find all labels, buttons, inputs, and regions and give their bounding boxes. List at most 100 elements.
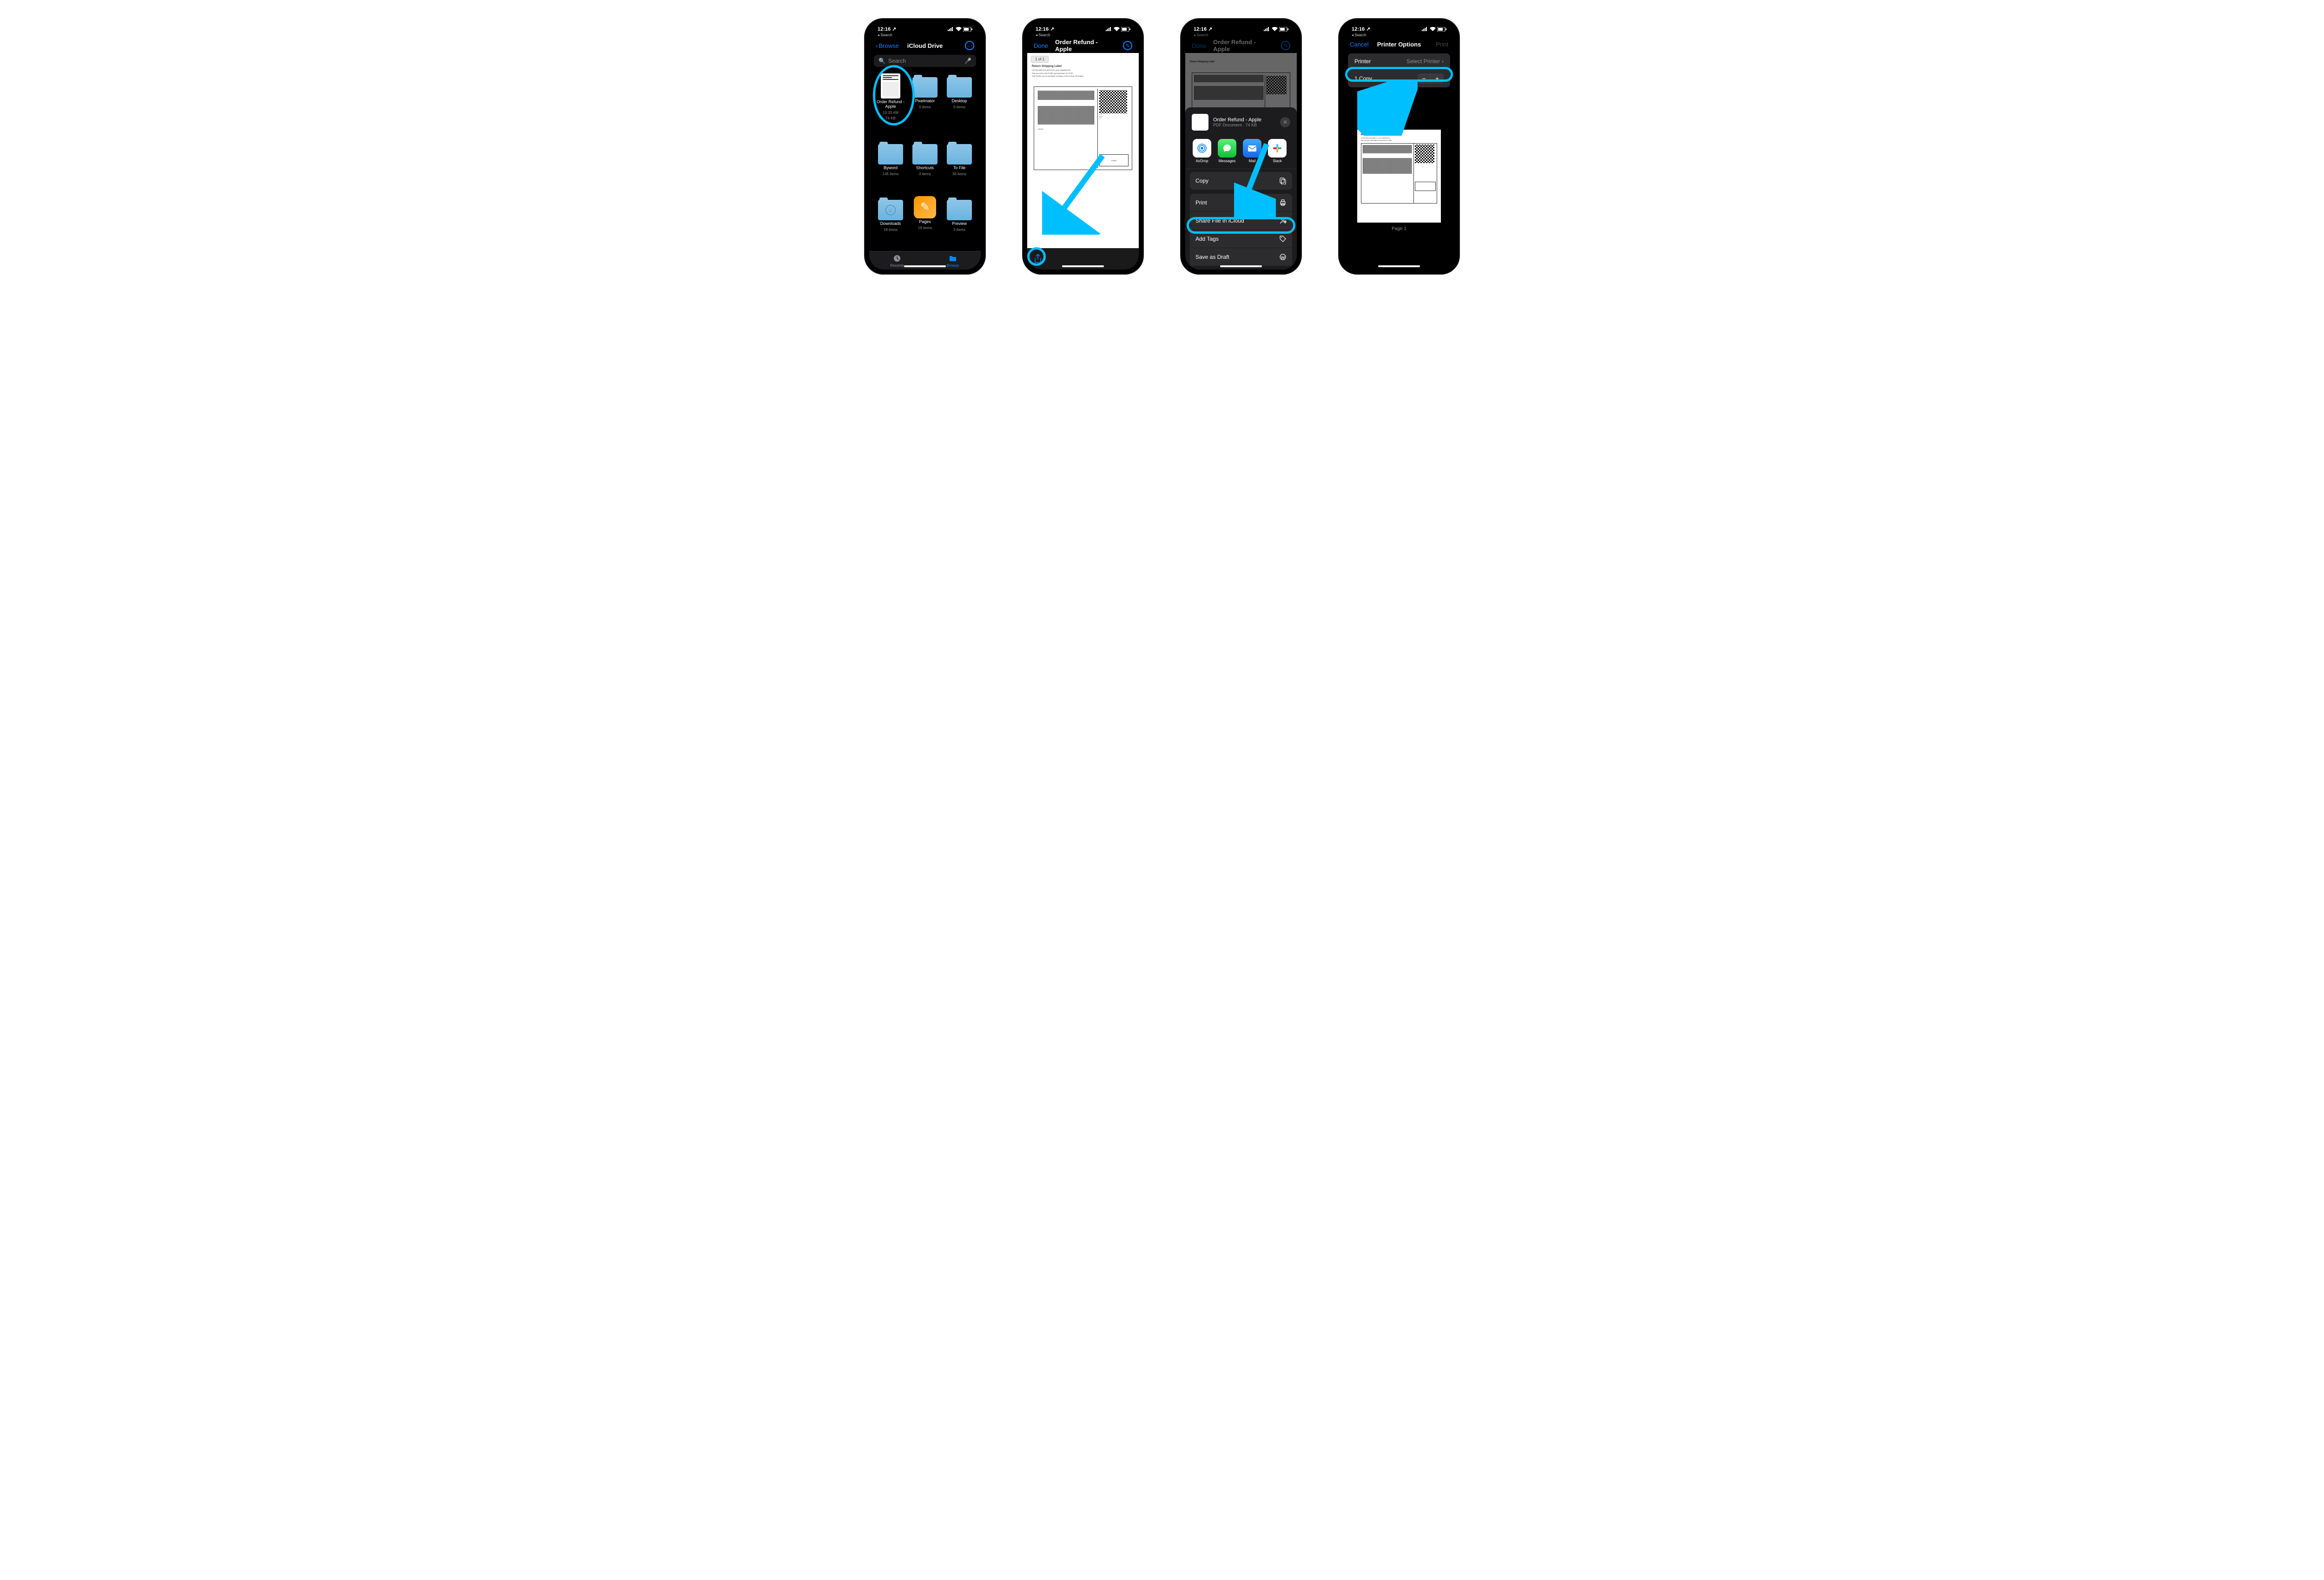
file-label: Desktop [951,99,967,104]
close-button[interactable]: ✕ [1280,117,1290,127]
search-input[interactable]: 🔍 Search 🎤 [874,55,976,67]
tag-icon [1279,235,1287,243]
more-options-button[interactable]: ⋯ [965,41,974,50]
folder-icon [949,254,957,263]
app-pages[interactable]: ✎ Pages 19 items [909,196,941,248]
folder-desktop[interactable]: Desktop 0 items [944,73,975,137]
share-sheet: Order Refund - Apple PDF Document · 74 K… [1185,107,1297,270]
clock-icon [893,254,901,263]
airdrop-icon [1193,139,1211,158]
file-size: 74 KB [885,116,896,120]
share-thumbnail [1192,114,1208,131]
chevron-right-icon: › [1442,58,1444,65]
page-indicator: 1 of 1 [1031,56,1049,63]
phone-frame-4: 12:16↗ ◂ Search Cancel Printer Options P… [1339,19,1459,274]
file-meta: 36 items [952,172,966,176]
status-time: 12:16 [878,26,891,32]
file-meta: 145 items [883,172,899,176]
downloads-folder-icon [878,200,903,220]
notch [1057,19,1109,29]
status-time: 12:16 [1194,26,1207,32]
file-meta: 19 items [918,226,932,230]
nav-title: Order Refund - Apple [1213,39,1269,53]
share-header: Order Refund - Apple PDF Document · 74 K… [1185,112,1297,136]
file-order-refund[interactable]: Order Refund - Apple 10:33 AM 74 KB [875,73,906,137]
printer-selector[interactable]: Printer Select Printer › [1348,53,1450,69]
folder-downloads[interactable]: Downloads 18 items [875,196,906,248]
printer-label: Printer [1354,58,1371,65]
folder-byword[interactable]: Byword 145 items [875,140,906,192]
search-placeholder: Search [888,58,906,64]
folder-to-file[interactable]: To File 36 items [944,140,975,192]
status-time: 12:16 [1036,26,1049,32]
location-icon: ↗ [1050,26,1054,32]
mail-icon [1243,139,1261,158]
file-label: Byword [884,166,898,171]
nav-bar: Done Order Refund - Apple ✎ [1027,38,1139,53]
location-icon: ↗ [1366,26,1370,32]
action-add-tags[interactable]: Add Tags [1190,230,1292,248]
home-indicator[interactable] [1220,265,1262,267]
folder-icon [947,144,972,165]
slack-icon [1268,139,1287,158]
stepper-plus[interactable]: + [1431,73,1444,84]
phone-frame-1: 12:16↗ ◂ Search ‹ Browse iCloud Drive ⋯ … [865,19,985,274]
markup-button[interactable]: ✎ [1123,41,1132,50]
folder-icon [912,144,938,165]
document-preview[interactable]: 1 of 1 Return Shipping Label Cut this la… [1027,53,1139,248]
breadcrumb[interactable]: ◂ Search [1343,33,1455,38]
home-indicator[interactable] [1378,265,1420,267]
folder-shortcuts[interactable]: Shortcuts 0 items [909,140,941,192]
location-icon: ↗ [892,26,896,32]
action-share-icloud[interactable]: Share File in iCloud [1190,212,1292,230]
file-label: Pixelmator [915,99,935,104]
screen-files-browse: 12:16↗ ◂ Search ‹ Browse iCloud Drive ⋯ … [869,23,981,270]
breadcrumb[interactable]: ◂ Search [1027,33,1139,38]
file-meta: 0 items [919,172,931,176]
folder-icon [947,200,972,220]
folder-preview[interactable]: Preview 3 items [944,196,975,248]
file-label: Preview [952,222,967,226]
nav-title: iCloud Drive [907,42,943,49]
phone-frame-3: 12:16↗ ◂ Search Done Order Refund - Appl… [1181,19,1301,274]
stepper-minus[interactable]: − [1418,73,1431,84]
status-icons [1264,27,1288,32]
action-print[interactable]: Print [1190,194,1292,211]
print-preview[interactable]: Return Shipping Label Cut this label and… [1343,91,1455,270]
notch [899,19,951,29]
page-number-label: Page 1 [1392,226,1406,231]
share-app-slack[interactable]: Slack [1268,139,1287,163]
share-apps-row[interactable]: AirDrop Messages Mail Slack [1185,136,1297,169]
done-button[interactable]: Done [1034,42,1048,49]
mic-icon[interactable]: 🎤 [964,58,971,64]
folder-icon [912,77,938,98]
notch [1373,19,1425,29]
search-icon: 🔍 [878,58,885,64]
breadcrumb: ◂ Search [1185,33,1297,38]
nav-title: Order Refund - Apple [1055,39,1111,53]
action-save-draft[interactable]: Save as Draft [1190,248,1292,266]
file-meta: 18 items [884,228,898,232]
location-icon: ↗ [1208,26,1212,32]
action-copy[interactable]: Copy [1190,172,1292,190]
document-page: Return Shipping Label Cut this label and… [1027,53,1139,248]
back-button[interactable]: ‹ Browse [876,42,899,49]
nav-title: Printer Options [1377,41,1421,48]
file-label: Downloads [880,222,901,226]
share-app-messages[interactable]: Messages [1218,139,1236,163]
folder-pixelmator[interactable]: Pixelmator 0 items [909,73,941,137]
phone-frame-2: 12:16↗ ◂ Search Done Order Refund - Appl… [1023,19,1143,274]
home-indicator[interactable] [1062,265,1104,267]
share-button[interactable] [1033,254,1043,264]
file-label: Shortcuts [916,166,934,171]
file-label: Pages [919,220,931,224]
share-app-mail[interactable]: Mail [1243,139,1261,163]
home-indicator[interactable] [904,265,946,267]
battery-icon [963,27,972,32]
share-app-airdrop[interactable]: AirDrop [1193,139,1211,163]
file-meta: 3 items [953,228,965,232]
cancel-button[interactable]: Cancel [1350,41,1368,48]
breadcrumb[interactable]: ◂ Search [869,33,981,38]
signal-icon [948,27,954,31]
copies-label: 1 Copy [1354,75,1372,82]
